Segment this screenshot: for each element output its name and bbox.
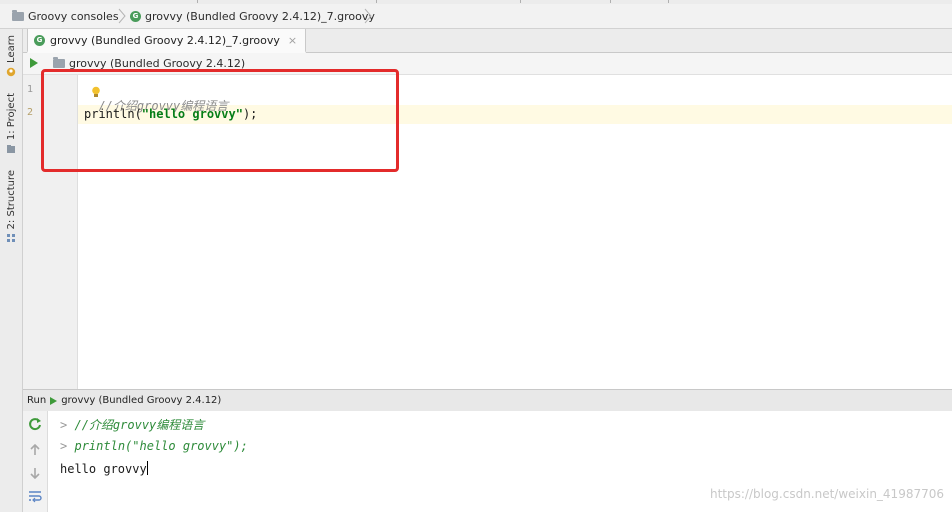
left-tool-window-bar: Learn 1: Project 2: Structure — [0, 29, 23, 512]
tool-tab-structure[interactable]: 2: Structure — [3, 170, 19, 243]
line-number: 1 — [27, 84, 34, 95]
soft-wrap-icon[interactable] — [28, 490, 42, 503]
run-panel-title: Run — [27, 395, 47, 406]
module-folder-icon — [53, 57, 65, 68]
editor-tab-label: grovvy (Bundled Groovy 2.4.12)_7.groovy — [50, 33, 280, 47]
run-panel-header: Run grovvy (Bundled Groovy 2.4.12) — [23, 389, 952, 412]
tool-tab-label: 2: Structure — [5, 170, 17, 230]
console-echo-text: //介绍grovvy编程语言 — [74, 418, 205, 432]
tool-tab-learn[interactable]: Learn — [3, 35, 19, 77]
editor-tab-bar: G grovvy (Bundled Groovy 2.4.12)_7.groov… — [23, 29, 952, 53]
console-echo-text: println("hello grovvy"); — [74, 439, 248, 453]
breadcrumb-item-groovy-file[interactable]: G grovvy (Bundled Groovy 2.4.12)_7.groov… — [130, 8, 375, 24]
tool-tab-label: 1: Project — [5, 93, 17, 141]
tool-tab-label: Learn — [5, 35, 17, 63]
console-prompt: > — [60, 439, 68, 453]
close-icon[interactable]: × — [288, 34, 297, 47]
toolbar-separator — [376, 0, 377, 3]
console-prompt: > — [60, 418, 68, 432]
structure-icon — [7, 234, 15, 243]
run-icon — [50, 396, 58, 405]
breadcrumb-label: grovvy (Bundled Groovy 2.4.12)_7.groovy — [145, 9, 375, 23]
run-config-tab[interactable]: grovvy (Bundled Groovy 2.4.12) — [61, 395, 221, 406]
highlight-annotation-box — [41, 69, 399, 172]
project-icon — [7, 145, 15, 154]
toolbar-separator — [520, 0, 521, 3]
console-result-text: hello grovvy — [60, 462, 147, 476]
toolbar-separator — [197, 0, 198, 3]
breadcrumb-label: Groovy consoles — [28, 9, 119, 23]
folder-icon — [12, 9, 24, 21]
run-panel-toolbar — [23, 411, 48, 512]
run-icon — [30, 58, 38, 68]
learn-icon — [6, 67, 16, 77]
navigation-bar: Groovy consoles G grovvy (Bundled Groovy… — [0, 4, 952, 29]
watermark-text: https://blog.csdn.net/weixin_41987706 — [709, 487, 944, 501]
groovy-file-icon: G — [130, 10, 141, 22]
console-output-line: hello grovvy — [60, 461, 148, 476]
arrow-up-icon[interactable] — [29, 444, 41, 456]
rerun-icon[interactable] — [28, 417, 42, 431]
chevron-right-icon — [364, 8, 372, 24]
text-cursor — [146, 461, 148, 475]
toolbar-separator — [610, 0, 611, 3]
arrow-down-icon[interactable] — [29, 467, 41, 479]
breadcrumb-item-groovy-consoles[interactable]: Groovy consoles — [12, 8, 119, 24]
toolbar-separator — [668, 0, 669, 3]
chevron-right-icon — [118, 8, 126, 24]
run-script-button[interactable] — [30, 58, 38, 68]
console-output-line: > //介绍grovvy编程语言 — [60, 416, 204, 433]
console-output-line: > println("hello grovvy"); — [60, 439, 248, 453]
groovy-file-icon: G — [34, 34, 45, 46]
line-number: 2 — [27, 107, 34, 118]
tool-tab-project[interactable]: 1: Project — [3, 93, 19, 154]
editor-tab-groovy-file[interactable]: G grovvy (Bundled Groovy 2.4.12)_7.groov… — [27, 29, 307, 53]
